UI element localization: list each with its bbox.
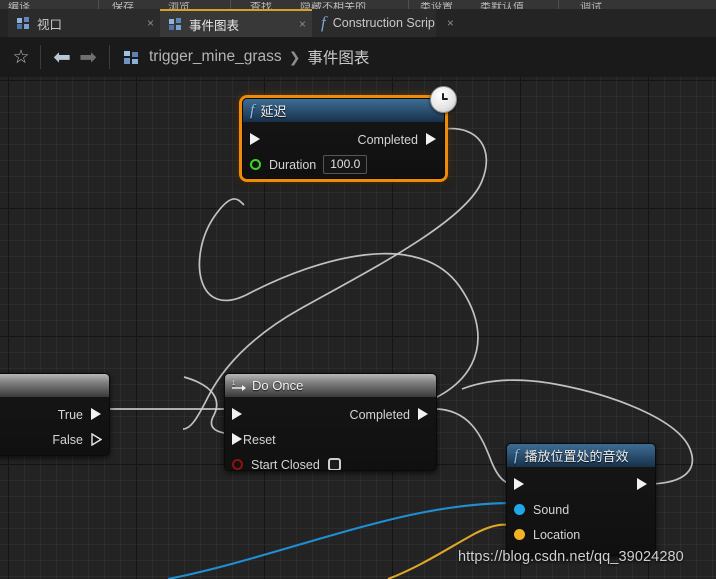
node-branch-header [0,374,109,397]
pin-label-completed: Completed [349,407,410,422]
exec-out-pin[interactable] [426,133,437,146]
node-delay-header: f 延迟 [243,99,444,122]
pin-label-completed: Completed [357,132,418,147]
node-play-sound-at-location[interactable]: f 播放位置处的音效 Sound Location [506,443,656,556]
tab-event-graph[interactable]: 事件图表 × [160,9,312,37]
tab-event-graph-label: 事件图表 [189,18,240,33]
exec-in-pin[interactable] [514,478,525,491]
svg-text:1: 1 [232,381,236,387]
duration-value-input[interactable]: 100.0 [323,155,368,174]
exec-in-pin[interactable] [250,133,261,146]
toolbar-button-class-settings[interactable]: 类设置 [420,2,453,9]
node-do-once[interactable]: 1 Do Once Completed Reset Start Closed [224,373,437,471]
toolbar-button-browse[interactable]: 浏览 [168,2,190,9]
node-do-once-row-exec: Completed [225,402,436,427]
node-branch-row-true: True [0,402,109,427]
pin-label-sound: Sound [533,502,570,517]
exec-out-pin[interactable] [418,408,429,421]
node-do-once-row-start-closed: Start Closed [225,452,436,471]
document-tab-bar: 视口 × 事件图表 × f Construction Scrip × [0,9,716,38]
do-once-icon: 1 [232,379,247,392]
graph-grid-icon [17,16,30,30]
graph-grid-icon [124,50,139,64]
exec-out-pin[interactable] [637,478,648,491]
node-delay-row-duration: Duration 100.0 [243,152,444,177]
tab-viewport-label: 视口 [37,17,63,32]
node-do-once-title: Do Once [252,378,304,393]
exec-out-pin-false[interactable] [91,433,102,446]
toolbar-separator [408,0,409,9]
function-fx-icon: f [514,446,519,464]
clock-latent-icon [430,86,457,113]
node-delay-row-exec: Completed [243,127,444,152]
start-closed-checkbox[interactable] [327,458,341,470]
breadcrumb: ☆ ⬅ ➡ trigger_mine_grass ❯ 事件图表 [0,37,716,78]
toolbar-button-hide-unrelated[interactable]: 隐藏不相关的 [300,2,366,9]
breadcrumb-current-label: 事件图表 [307,50,370,67]
pin-label-start-closed: Start Closed [251,457,320,471]
node-play-sound-row-exec [507,472,655,497]
pin-label-true: True [57,407,83,422]
tab-construction-script[interactable]: f Construction Scrip × [312,9,454,37]
node-delay-title: 延迟 [260,104,287,119]
toolbar-separator [558,0,559,9]
tab-close-icon[interactable]: × [295,18,306,30]
reset-exec-in-pin[interactable] [232,433,243,446]
tab-viewport[interactable]: 视口 × [8,9,160,37]
node-branch[interactable]: True Condition False [0,373,110,456]
toolbar-button-compile[interactable]: 编译 [8,2,30,9]
node-delay[interactable]: f 延迟 Completed Duration 100.0 [239,86,457,182]
wire-doonce-to-playsound [429,408,513,485]
tab-close-icon[interactable]: × [143,17,154,29]
toolbar-separator [230,0,231,9]
node-branch-row-false: Condition False [0,427,109,452]
breadcrumb-root-label[interactable]: trigger_mine_grass [149,48,282,66]
node-play-sound-row-sound: Sound [507,497,655,522]
tab-construction-script-label: Construction Scrip [332,16,435,30]
chevron-right-icon: ❯ [288,48,301,65]
pin-label-location: Location [533,527,581,542]
navigate-back-icon[interactable]: ⬅ [49,47,75,68]
node-play-sound-body: f 播放位置处的音效 Sound Location [506,443,656,556]
node-play-sound-header: f 播放位置处的音效 [507,444,655,467]
exec-in-pin[interactable] [232,408,243,421]
start-closed-bool-pin[interactable] [232,459,243,470]
location-vector-pin[interactable] [514,529,525,540]
tab-close-icon[interactable]: × [443,17,454,29]
node-do-once-rows: Completed Reset Start Closed [225,397,436,471]
navigate-forward-icon[interactable]: ➡ [75,47,101,68]
node-do-once-row-reset: Reset [225,427,436,452]
toolbar-button-find[interactable]: 查找 [250,2,272,9]
node-play-sound-title: 播放位置处的音效 [524,449,629,464]
toolbar-button-class-defaults[interactable]: 类默认值 [480,2,524,9]
breadcrumb-divider [109,45,110,69]
pin-label-duration: Duration [269,157,317,172]
event-graph-canvas[interactable]: True Condition False [0,77,716,579]
pin-label-false: False [52,432,83,447]
favorite-star-icon[interactable]: ☆ [10,48,32,67]
graph-grid-icon [169,17,182,31]
node-play-sound-rows: Sound Location [507,467,655,554]
watermark-text: https://blog.csdn.net/qq_39024280 [458,549,684,565]
node-do-once-header: 1 Do Once [225,374,436,397]
toolbar-button-debug[interactable]: 调试 [580,2,602,9]
node-play-sound-row-location: Location [507,522,655,547]
duration-float-pin[interactable] [250,159,261,170]
node-delay-rows: Completed Duration 100.0 [243,122,444,178]
node-delay-body: f 延迟 Completed Duration 100.0 [242,98,445,179]
node-branch-rows: True Condition False [0,397,109,455]
function-fx-icon: f [250,101,255,119]
toolbar-separator [98,0,99,9]
node-do-once-body: 1 Do Once Completed Reset Start Closed [224,373,437,471]
breadcrumb-divider [40,45,41,69]
toolbar-button-save[interactable]: 保存 [112,2,134,9]
node-branch-body: True Condition False [0,373,110,456]
wire-sound-asset [167,501,513,579]
sound-object-pin[interactable] [514,504,525,515]
function-fx-icon: f [321,13,326,32]
blueprint-editor-window: 编译 保存 浏览 查找 隐藏不相关的 类设置 类默认值 调试 视口 × 事件图表… [0,0,716,579]
exec-out-pin-true[interactable] [91,408,102,421]
pin-label-reset: Reset [243,432,276,447]
